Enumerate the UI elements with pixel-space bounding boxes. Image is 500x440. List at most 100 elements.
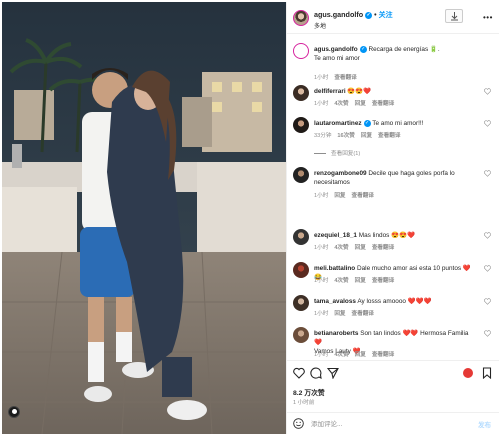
post-sidebar: agus.gandolfo ✓ • 关注 多地 ••• agus.gandolfo ✓ … <box>286 2 499 434</box>
author-line: agus.gandolfo ✓ • 关注 <box>314 10 393 20</box>
translate-link[interactable]: 查看翻译 <box>372 278 394 284</box>
comment-input[interactable] <box>311 418 461 430</box>
comment-username[interactable]: tama_avaloss <box>314 298 356 305</box>
download-icon <box>451 12 458 21</box>
download-button[interactable] <box>445 9 463 23</box>
separator-dot: • <box>374 12 377 19</box>
like-comment-icon[interactable] <box>484 298 491 305</box>
translate-link[interactable]: 查看翻译 <box>378 133 400 139</box>
comment-username[interactable]: lautaromartinez <box>314 120 362 127</box>
caption-time: 1小时 <box>314 75 329 81</box>
like-comment-icon[interactable] <box>484 232 491 239</box>
comment-likes[interactable]: 4次赞 <box>334 101 348 107</box>
reply-link[interactable]: 回复 <box>334 311 345 317</box>
emoji-icon[interactable] <box>293 418 304 429</box>
view-replies-link[interactable]: 查看回复(1) <box>314 149 360 157</box>
verified-badge-icon: ✓ <box>363 119 371 127</box>
comment-username[interactable]: delfiferrari <box>314 88 346 95</box>
like-icon[interactable] <box>293 367 305 379</box>
comment-time: 1小时 <box>314 278 329 284</box>
caption-avatar[interactable] <box>293 43 309 59</box>
translate-link[interactable]: 查看翻译 <box>372 352 394 358</box>
translate-link[interactable]: 查看翻译 <box>352 193 374 199</box>
comment-meta: 1小时 回复 查看翻译 <box>314 309 380 317</box>
comment-time: 1小时 <box>314 245 329 251</box>
comment-username[interactable]: ezequiel_18_1 <box>314 232 357 239</box>
share-icon[interactable] <box>327 367 339 379</box>
like-comment-icon[interactable] <box>484 88 491 95</box>
instagram-post-window: agus.gandolfo ✓ • 关注 多地 ••• agus.gandolfo ✓ … <box>0 0 500 440</box>
commenter-avatar[interactable] <box>293 262 309 278</box>
caption-translate-link[interactable]: 查看翻译 <box>334 75 356 81</box>
translate-link[interactable]: 查看翻译 <box>352 311 374 317</box>
comment-text: tama_avaloss Ay losss amoooo ❤️❤️❤️ <box>314 297 474 306</box>
reply-link[interactable]: 回复 <box>334 193 345 199</box>
comments-list: agus.gandolfo ✓ Recarga de energías 🔋. Te… <box>287 35 499 360</box>
comment-text: renzogambone09 Decile que haga goles por… <box>314 169 474 187</box>
comment-time: 1小时 <box>314 311 329 317</box>
comment-time: 1小时 <box>314 352 329 358</box>
like-comment-icon[interactable] <box>484 330 491 337</box>
more-options-icon[interactable]: ••• <box>483 14 493 22</box>
comment-username[interactable]: meli.battalino <box>314 265 355 272</box>
comment-username[interactable]: betianaroberts <box>314 330 358 337</box>
comment-meta: 1小时 4次赞 回复 查看翻译 <box>314 276 400 284</box>
caption-line1: Recarga de energías 🔋. <box>368 46 440 53</box>
verified-badge-icon: ✓ <box>359 45 367 53</box>
post-header: agus.gandolfo ✓ • 关注 多地 ••• <box>287 2 499 34</box>
save-bookmark-icon[interactable] <box>481 367 493 379</box>
comment-text: ezequiel_18_1 Mas lindos 😍😍❤️ <box>314 231 474 240</box>
post-comment-button[interactable]: 发布 <box>478 419 491 429</box>
location-label[interactable]: 多地 <box>314 21 326 30</box>
commenter-avatar[interactable] <box>293 85 309 101</box>
comment-time: 33分钟 <box>314 133 332 139</box>
like-comment-icon[interactable] <box>484 170 491 177</box>
commenter-avatar[interactable] <box>293 167 309 183</box>
comment-text: lautaromartinez ✓ Te amo mi amor!!! <box>314 119 474 128</box>
verified-badge-icon: ✓ <box>365 11 373 19</box>
comment-likes[interactable]: 4次赞 <box>334 352 348 358</box>
caption-meta: 1小时 查看翻译 <box>314 73 363 81</box>
author-username[interactable]: agus.gandolfo <box>314 10 363 19</box>
like-comment-icon[interactable] <box>484 120 491 127</box>
comment-likes[interactable]: 16次赞 <box>337 133 354 139</box>
caption-text: agus.gandolfo ✓ Recarga de energías 🔋. Te… <box>314 45 474 63</box>
reply-link[interactable]: 回复 <box>355 101 366 107</box>
comment-meta: 1小时 4次赞 回复 查看翻译 <box>314 243 400 251</box>
comment-meta: 33分钟 16次赞 回复 查看翻译 <box>314 131 406 139</box>
translate-link[interactable]: 查看翻译 <box>372 245 394 251</box>
post-actions: 8.2 万次赞 1 小时前 <box>287 360 499 410</box>
tagged-user-icon[interactable] <box>8 406 20 418</box>
comment-message: Ay losss amoooo ❤️❤️❤️ <box>357 298 432 305</box>
caption-username[interactable]: agus.gandolfo <box>314 46 358 53</box>
post-time[interactable]: 1 小时前 <box>293 398 314 406</box>
reply-link[interactable]: 回复 <box>355 278 366 284</box>
commenter-avatar[interactable] <box>293 295 309 311</box>
follow-button[interactable]: 关注 <box>379 12 393 19</box>
comment-username[interactable]: renzogambone09 <box>314 170 367 177</box>
comment-likes[interactable]: 4次赞 <box>334 278 348 284</box>
comment-likes[interactable]: 4次赞 <box>334 245 348 251</box>
reply-link[interactable]: 回复 <box>355 352 366 358</box>
like-comment-icon[interactable] <box>484 265 491 272</box>
author-avatar[interactable] <box>293 10 309 26</box>
comment-time: 1小时 <box>314 101 329 107</box>
comment-message: Te amo mi amor!!! <box>372 120 424 127</box>
reply-link[interactable]: 回复 <box>361 133 372 139</box>
comment-meta: 1小时 回复 查看翻译 <box>314 191 380 199</box>
commenter-avatar[interactable] <box>293 117 309 133</box>
likes-count[interactable]: 8.2 万次赞 <box>293 387 325 397</box>
caption-line2: Te amo mi amor <box>314 55 360 62</box>
comment-meta: 1小时 4次赞 回复 查看翻译 <box>314 350 400 358</box>
comment-icon[interactable] <box>310 367 322 379</box>
comment-message: 😍😍❤️ <box>347 88 372 95</box>
post-photo[interactable] <box>2 2 286 434</box>
commenter-avatar[interactable] <box>293 327 309 343</box>
comment-text: delfiferrari 😍😍❤️ <box>314 87 474 96</box>
translate-link[interactable]: 查看翻译 <box>372 101 394 107</box>
comment-time: 1小时 <box>314 193 329 199</box>
comment-message: Mas lindos 😍😍❤️ <box>358 232 415 239</box>
reply-link[interactable]: 回复 <box>355 245 366 251</box>
commenter-avatar[interactable] <box>293 229 309 245</box>
extension-record-icon[interactable] <box>463 368 473 378</box>
